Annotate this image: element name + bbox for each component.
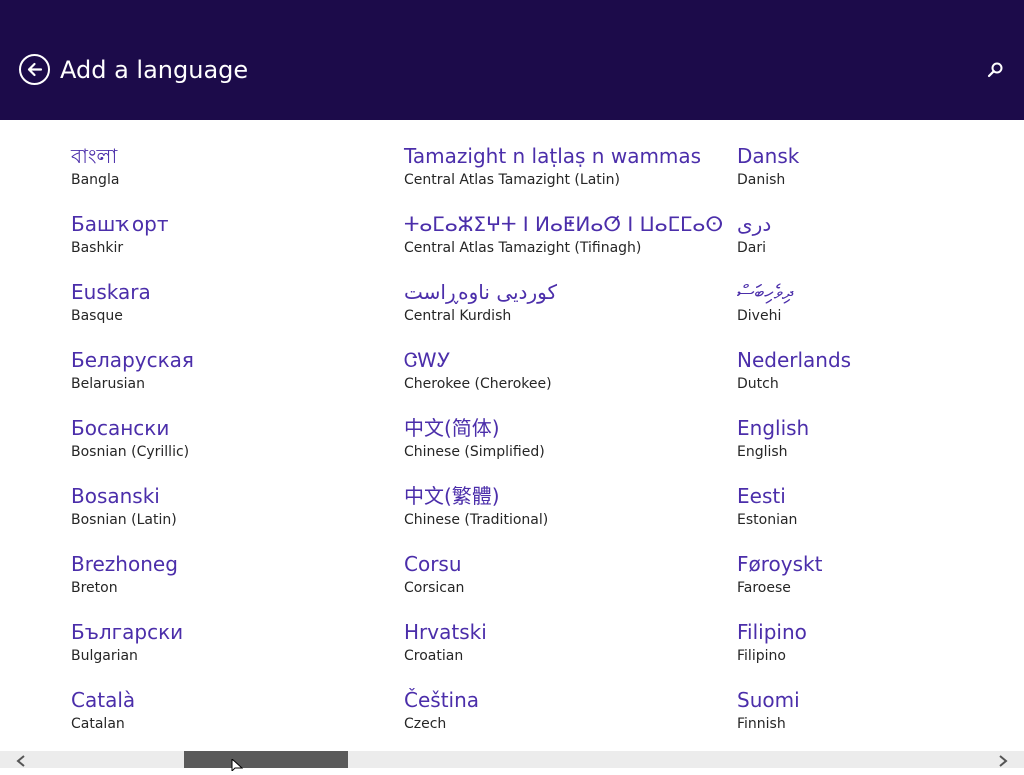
native-name: Bosanski: [71, 484, 160, 508]
english-name: Filipino: [737, 648, 786, 664]
horizontal-scrollbar[interactable]: [0, 751, 1024, 768]
native-name: Corsu: [404, 552, 462, 576]
native-name: ᏣᎳᎩ: [404, 348, 451, 372]
native-name: ދިވެހިބަސް: [737, 280, 793, 304]
english-name: Dutch: [737, 376, 779, 392]
language-column: Dansk Danish درى Dari ދިވެހިބަސް Divehi Ned…: [737, 142, 1024, 754]
english-name: Croatian: [404, 648, 464, 664]
native-name: Filipino: [737, 620, 807, 644]
english-name: Estonian: [737, 512, 798, 528]
language-column: বাংলা Bangla Башҡорт Bashkir Euskara Basque…: [71, 142, 371, 754]
native-name: Dansk: [737, 144, 800, 168]
chevron-left-icon: [16, 755, 25, 767]
search-button[interactable]: [985, 60, 1005, 80]
english-name: Faroese: [737, 580, 791, 596]
native-name: Босански: [71, 416, 170, 440]
language-item[interactable]: Nederlands Dutch: [737, 346, 1024, 414]
language-item[interactable]: 中文(简体) Chinese (Simplified): [404, 414, 704, 482]
native-name: Euskara: [71, 280, 151, 304]
chevron-right-icon: [999, 755, 1008, 767]
language-item[interactable]: Føroyskt Faroese: [737, 550, 1024, 618]
language-item[interactable]: Euskara Basque: [71, 278, 371, 346]
language-item[interactable]: Suomi Finnish: [737, 686, 1024, 754]
english-name: Bashkir: [71, 240, 124, 256]
english-name: Bosnian (Cyrillic): [71, 444, 190, 460]
back-button[interactable]: [19, 54, 50, 85]
english-name: Chinese (Simplified): [404, 444, 545, 460]
native-name: 中文(繁體): [404, 484, 500, 508]
native-name: Nederlands: [737, 348, 852, 372]
native-name: Čeština: [404, 688, 480, 712]
language-item[interactable]: 中文(繁體) Chinese (Traditional): [404, 482, 704, 550]
language-item[interactable]: درى Dari: [737, 210, 1024, 278]
english-name: Breton: [71, 580, 118, 596]
language-item[interactable]: Corsu Corsican: [404, 550, 704, 618]
english-name: Belarusian: [71, 376, 145, 392]
english-name: Finnish: [737, 716, 786, 732]
native-name: Български: [71, 620, 184, 644]
language-item[interactable]: Башҡорт Bashkir: [71, 210, 371, 278]
native-name: Hrvatski: [404, 620, 487, 644]
language-item[interactable]: Čeština Czech: [404, 686, 704, 754]
english-name: Danish: [737, 172, 786, 188]
native-name: درى: [737, 212, 772, 236]
language-item[interactable]: ᏣᎳᎩ Cherokee (Cherokee): [404, 346, 704, 414]
scrollbar-thumb[interactable]: [184, 751, 348, 768]
english-name: English: [737, 444, 788, 460]
english-name: Divehi: [737, 308, 782, 324]
native-name: Suomi: [737, 688, 800, 712]
language-item[interactable]: ⵜⴰⵎⴰⵣⵉⵖⵜ ⵏ ⵍⴰⵟⵍⴰⵚ ⵏ ⵡⴰⵎⵎⴰⵙ Central Atlas …: [404, 210, 724, 278]
english-name: Cherokee (Cherokee): [404, 376, 552, 392]
english-name: Bangla: [71, 172, 120, 188]
language-item[interactable]: Català Catalan: [71, 686, 371, 754]
native-name: کوردیی ناوەڕاست: [404, 280, 557, 304]
page-title: Add a language: [60, 56, 249, 84]
language-item[interactable]: Eesti Estonian: [737, 482, 1024, 550]
language-item[interactable]: Brezhoneg Breton: [71, 550, 371, 618]
language-item[interactable]: Български Bulgarian: [71, 618, 371, 686]
native-name: Беларуская: [71, 348, 194, 372]
native-name: Tamazight n laṭlaṣ n wammas: [404, 144, 702, 168]
native-name: Eesti: [737, 484, 786, 508]
language-item[interactable]: Dansk Danish: [737, 142, 1024, 210]
native-name: Føroyskt: [737, 552, 823, 576]
english-name: Chinese (Traditional): [404, 512, 549, 528]
english-name: Dari: [737, 240, 767, 256]
scroll-right-button[interactable]: [996, 753, 1010, 767]
language-item[interactable]: Беларуская Belarusian: [71, 346, 371, 414]
mouse-pointer-icon: [231, 756, 244, 773]
english-name: Catalan: [71, 716, 125, 732]
scroll-left-button[interactable]: [14, 753, 28, 767]
native-name: Brezhoneg: [71, 552, 178, 576]
native-name: English: [737, 416, 810, 440]
language-item[interactable]: English English: [737, 414, 1024, 482]
language-list: বাংলা Bangla Башҡорт Bashkir Euskara Basque…: [0, 120, 1024, 750]
english-name: Central Atlas Tamazight (Latin): [404, 172, 620, 188]
language-item[interactable]: Tamazight n laṭlaṣ n wammas Central Atlas…: [404, 142, 704, 210]
language-item[interactable]: Filipino Filipino: [737, 618, 1024, 686]
back-arrow-icon: [27, 62, 43, 77]
english-name: Central Kurdish: [404, 308, 512, 324]
native-name: Башҡорт: [71, 212, 169, 236]
language-column: Tamazight n laṭlaṣ n wammas Central Atlas…: [404, 142, 724, 754]
language-item[interactable]: ދިވެހިބަސް Divehi: [737, 278, 1024, 346]
language-item[interactable]: Босански Bosnian (Cyrillic): [71, 414, 371, 482]
language-item[interactable]: বাংলা Bangla: [71, 142, 371, 210]
language-item[interactable]: کوردیی ناوەڕاست Central Kurdish: [404, 278, 704, 346]
english-name: Central Atlas Tamazight (Tifinagh): [404, 240, 642, 256]
english-name: Basque: [71, 308, 123, 324]
english-name: Bulgarian: [71, 648, 138, 664]
language-item[interactable]: Bosanski Bosnian (Latin): [71, 482, 371, 550]
english-name: Bosnian (Latin): [71, 512, 177, 528]
english-name: Corsican: [404, 580, 465, 596]
header-bar: Add a language: [0, 0, 1024, 120]
search-icon: [987, 62, 1003, 78]
native-name: 中文(简体): [404, 416, 500, 440]
native-name: ⵜⴰⵎⴰⵣⵉⵖⵜ ⵏ ⵍⴰⵟⵍⴰⵚ ⵏ ⵡⴰⵎⵎⴰⵙ: [404, 212, 724, 236]
native-name: Català: [71, 688, 136, 712]
language-item[interactable]: Hrvatski Croatian: [404, 618, 704, 686]
native-name: বাংলা: [71, 144, 118, 168]
english-name: Czech: [404, 716, 447, 732]
